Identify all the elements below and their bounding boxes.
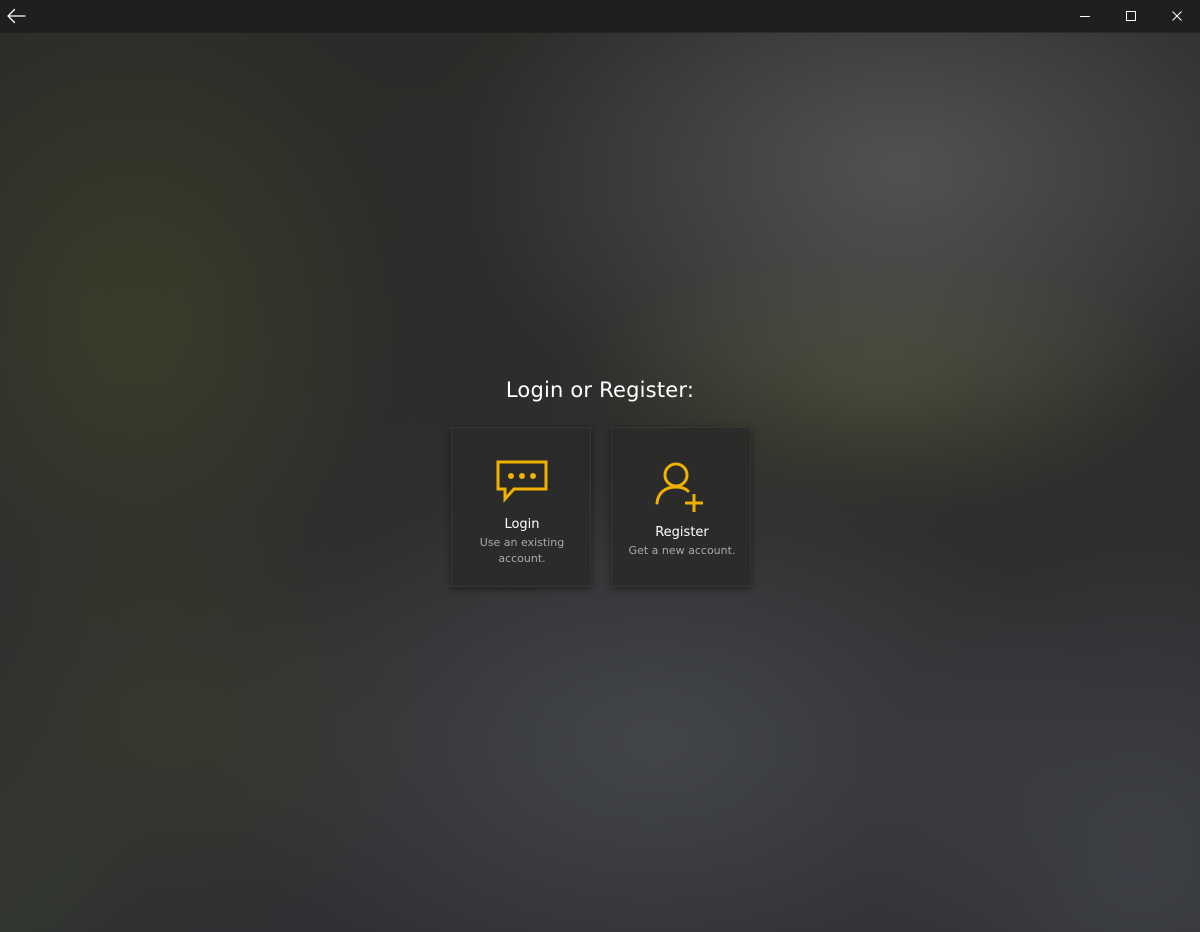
login-card-description: Use an existing account. bbox=[479, 536, 565, 565]
back-button[interactable] bbox=[0, 0, 32, 32]
arrow-left-icon bbox=[7, 8, 26, 24]
maximize-button[interactable] bbox=[1108, 0, 1154, 32]
maximize-icon bbox=[1126, 11, 1136, 21]
register-card-description: Get a new account. bbox=[628, 544, 736, 557]
main-content: Login or Register: Login Use an existing… bbox=[0, 0, 1200, 932]
register-card[interactable]: Register Get a new account. bbox=[611, 427, 751, 587]
title-bar bbox=[0, 0, 1200, 32]
close-button[interactable] bbox=[1154, 0, 1200, 32]
add-user-icon bbox=[612, 461, 752, 515]
login-card[interactable]: Login Use an existing account. bbox=[451, 427, 591, 587]
page-prompt: Login or Register: bbox=[505, 378, 695, 402]
close-icon bbox=[1172, 11, 1182, 21]
minimize-button[interactable] bbox=[1062, 0, 1108, 32]
register-card-title: Register bbox=[655, 525, 709, 540]
window-controls bbox=[1062, 0, 1200, 32]
chat-bubble-icon bbox=[452, 459, 592, 503]
minimize-icon bbox=[1080, 16, 1090, 17]
app-window: Login or Register: Login Use an existing… bbox=[0, 0, 1200, 932]
login-card-title: Login bbox=[504, 517, 540, 532]
